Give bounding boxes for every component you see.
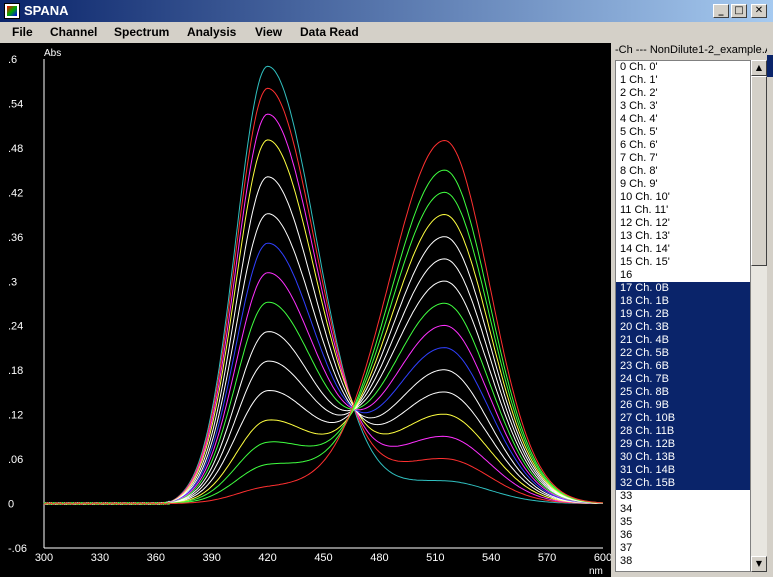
spectrum-series-6 xyxy=(43,242,604,505)
channel-item[interactable]: 6 Ch. 6' xyxy=(616,139,750,152)
channel-item[interactable]: 2 Ch. 2' xyxy=(616,87,750,100)
x-tick-label: 600 xyxy=(594,552,611,564)
channel-item[interactable]: 23 Ch. 6B xyxy=(616,360,750,373)
channel-item[interactable]: 1 Ch. 1' xyxy=(616,74,750,87)
channel-item[interactable]: 9 Ch. 9' xyxy=(616,178,750,191)
spectrum-chart: 300 330 360 390 420 450 480 510 540 570 600 .6 .54 .4… xyxy=(8,48,612,577)
spectrum-plot-area[interactable]: 300 330 360 390 420 450 480 510 540 570 600 .6 .54 .4… xyxy=(0,43,612,577)
x-tick-label: 330 xyxy=(91,552,109,564)
y-tick-label: .12 xyxy=(8,410,23,422)
channel-item[interactable]: 0 Ch. 0' xyxy=(616,61,750,74)
spectrum-series-15 xyxy=(43,139,604,505)
menu-channel[interactable]: Channel xyxy=(50,25,97,39)
channel-list-scrollbar[interactable]: ▲ ▼ xyxy=(751,60,767,572)
spectrum-series-4 xyxy=(43,176,603,505)
x-tick-label: 300 xyxy=(35,552,53,564)
channel-item[interactable]: 21 Ch. 4B xyxy=(616,334,750,347)
channel-item[interactable]: 35 xyxy=(616,516,750,529)
y-tick-label: .24 xyxy=(8,321,23,333)
y-tick-label: .48 xyxy=(8,143,23,155)
y-tick-label: .6 xyxy=(8,54,17,66)
channel-item[interactable]: 12 Ch. 12' xyxy=(616,217,750,230)
channel-item[interactable]: 16 xyxy=(616,269,750,282)
channel-item[interactable]: 20 Ch. 3B xyxy=(616,321,750,334)
channel-item[interactable]: 38 xyxy=(616,555,750,568)
spectrum-series-8 xyxy=(43,301,604,505)
window-title: SPANA xyxy=(24,3,69,18)
channel-item[interactable]: 37 xyxy=(616,542,750,555)
x-tick-label: 390 xyxy=(203,552,221,564)
channel-item[interactable]: 8 Ch. 8' xyxy=(616,165,750,178)
channel-item[interactable]: 5 Ch. 5' xyxy=(616,126,750,139)
x-tick-label: 420 xyxy=(258,552,276,564)
scroll-down-button[interactable]: ▼ xyxy=(751,556,767,572)
channel-item[interactable]: 7 Ch. 7' xyxy=(616,152,750,165)
channel-item[interactable]: 10 Ch. 10' xyxy=(616,191,750,204)
channel-item[interactable]: 30 Ch. 13B xyxy=(616,451,750,464)
app-icon[interactable] xyxy=(4,3,20,19)
y-axis-label: Abs xyxy=(44,48,61,59)
maximize-button[interactable]: □ xyxy=(731,4,747,18)
y-tick-label: .18 xyxy=(8,365,23,377)
spectrum-series-3 xyxy=(43,139,603,505)
channel-item[interactable]: 4 Ch. 4' xyxy=(616,113,750,126)
channel-item[interactable]: 27 Ch. 10B xyxy=(616,412,750,425)
x-tick-label: 540 xyxy=(482,552,500,564)
channel-item[interactable]: 28 Ch. 11B xyxy=(616,425,750,438)
menu-spectrum[interactable]: Spectrum xyxy=(114,25,169,39)
x-tick-label: 510 xyxy=(426,552,444,564)
channel-panel: -Ch --- NonDilute1-2_example.ANA 0 Ch. 0… xyxy=(611,43,773,577)
channel-item[interactable]: 24 Ch. 7B xyxy=(616,373,750,386)
y-tick-label: .54 xyxy=(8,98,23,110)
channel-item[interactable]: 15 Ch. 15' xyxy=(616,256,750,269)
channel-item[interactable]: 25 Ch. 8B xyxy=(616,386,750,399)
channel-item[interactable]: 26 Ch. 9B xyxy=(616,399,750,412)
x-tick-label: 570 xyxy=(538,552,556,564)
x-tick-label: 480 xyxy=(370,552,388,564)
channel-item[interactable]: 18 Ch. 1B xyxy=(616,295,750,308)
menu-analysis[interactable]: Analysis xyxy=(187,25,236,39)
channel-item[interactable]: 34 xyxy=(616,503,750,516)
channel-item[interactable]: 36 xyxy=(616,529,750,542)
x-tick-label: 450 xyxy=(314,552,332,564)
channel-item[interactable]: 17 Ch. 0B xyxy=(616,282,750,295)
channel-listbox[interactable]: 0 Ch. 0' 1 Ch. 1' 2 Ch. 2' 3 Ch. 3' 4 Ch. 4'… xyxy=(615,60,751,572)
y-tick-label: .06 xyxy=(8,454,23,466)
menu-file[interactable]: File xyxy=(12,25,33,39)
scroll-up-button[interactable]: ▲ xyxy=(751,60,767,76)
y-tick-label: -.06 xyxy=(8,543,27,555)
channel-item[interactable]: 31 Ch. 14B xyxy=(616,464,750,477)
x-axis-label: nm xyxy=(589,566,603,577)
channel-item[interactable]: 3 Ch. 3' xyxy=(616,100,750,113)
channel-item[interactable]: 19 Ch. 2B xyxy=(616,308,750,321)
channel-item[interactable]: 29 Ch. 12B xyxy=(616,438,750,451)
channel-item[interactable]: 11 Ch. 11' xyxy=(616,204,750,217)
y-tick-label: 0 xyxy=(8,499,14,511)
spectrum-series-13 xyxy=(43,191,604,505)
menu-bar: File Channel Spectrum Analysis View Data… xyxy=(0,22,773,43)
channel-item[interactable]: 13 Ch. 13' xyxy=(616,230,750,243)
title-bar[interactable]: SPANA _ □ ✕ xyxy=(0,0,773,22)
x-tick-label: 360 xyxy=(147,552,165,564)
panel-edge-thumb[interactable] xyxy=(767,55,773,77)
menu-view[interactable]: View xyxy=(255,25,282,39)
channel-item[interactable]: 22 Ch. 5B xyxy=(616,347,750,360)
channel-item[interactable]: 33 xyxy=(616,490,750,503)
spana-window: SPANA _ □ ✕ File Channel Spectrum Analys… xyxy=(0,0,773,577)
channel-item[interactable]: 14 Ch. 14' xyxy=(616,243,750,256)
y-tick-label: .3 xyxy=(8,276,17,288)
y-tick-label: .36 xyxy=(8,232,23,244)
channel-item[interactable]: 32 Ch. 15B xyxy=(616,477,750,490)
panel-edge-scrollbar[interactable] xyxy=(767,43,773,577)
y-tick-label: .42 xyxy=(8,187,23,199)
close-button[interactable]: ✕ xyxy=(751,4,767,18)
minimize-button[interactable]: _ xyxy=(713,4,729,18)
scroll-thumb[interactable] xyxy=(751,76,767,266)
channel-panel-header: -Ch --- NonDilute1-2_example.ANA xyxy=(615,44,773,56)
menu-data-read[interactable]: Data Read xyxy=(300,25,359,39)
